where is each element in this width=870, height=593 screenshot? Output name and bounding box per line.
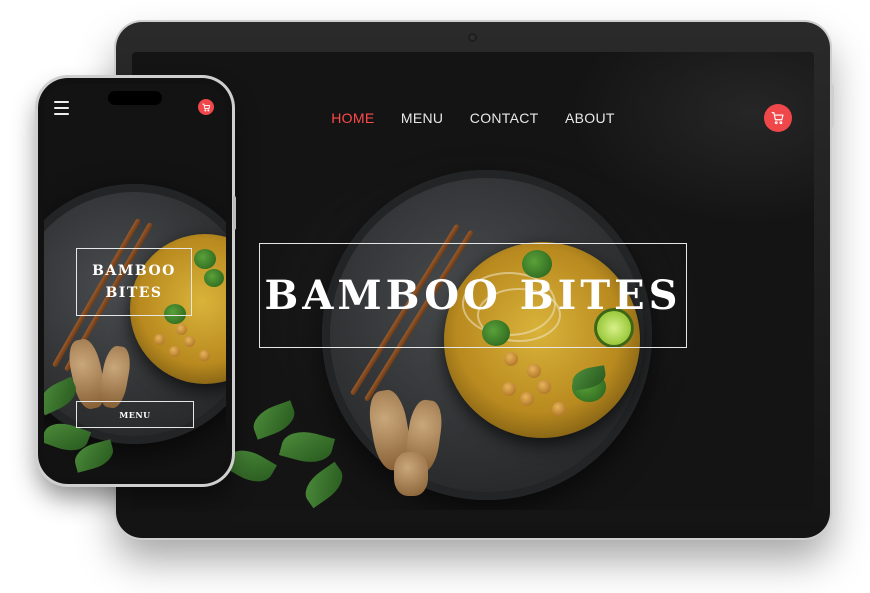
cart-icon: [771, 112, 784, 125]
mint-leaf: [298, 461, 350, 509]
tablet-camera: [468, 33, 477, 42]
nav-home[interactable]: HOME: [331, 110, 374, 126]
cart-button[interactable]: [764, 104, 792, 132]
chickpea: [504, 352, 518, 366]
chickpea: [520, 392, 534, 406]
chickpea: [552, 402, 566, 416]
phone-hero-title: BAMBOO BITES: [92, 263, 176, 301]
broccoli: [194, 249, 216, 269]
chickpea: [527, 364, 541, 378]
nav-about[interactable]: ABOUT: [565, 110, 615, 126]
phone-cart-button[interactable]: [198, 99, 214, 115]
nav-menu[interactable]: MENU: [401, 110, 443, 126]
hero-title-box: BAMBOO BITES: [259, 243, 687, 348]
hero-title: BAMBOO BITES: [264, 272, 682, 319]
chickpea: [537, 380, 551, 394]
tablet-screen: HOME MENU CONTACT ABOUT BAMBOO BITES: [132, 52, 814, 510]
main-nav: HOME MENU CONTACT ABOUT: [132, 110, 814, 128]
hamburger-icon[interactable]: [54, 101, 69, 119]
chickpea: [199, 350, 210, 361]
nav-contact[interactable]: CONTACT: [470, 110, 539, 126]
phone-device: BAMBOO BITES MENU: [38, 78, 236, 484]
phone-notch: [108, 91, 162, 105]
broccoli: [204, 269, 224, 287]
chickpea: [502, 382, 516, 396]
chickpea: [176, 324, 187, 335]
phone-screen: BAMBOO BITES MENU: [44, 84, 226, 478]
chickpea: [154, 334, 165, 345]
tablet-side-button: [830, 84, 834, 128]
cart-icon: [201, 103, 210, 112]
phone-hero-title-box: BAMBOO BITES: [76, 248, 192, 316]
chickpea: [184, 336, 195, 347]
mint-leaf: [278, 426, 336, 468]
chickpea: [169, 346, 180, 357]
phone-side-button: [233, 196, 236, 230]
phone-menu-button[interactable]: MENU: [76, 401, 194, 428]
ginger: [394, 452, 428, 496]
phone-menu-button-label: MENU: [119, 409, 151, 420]
